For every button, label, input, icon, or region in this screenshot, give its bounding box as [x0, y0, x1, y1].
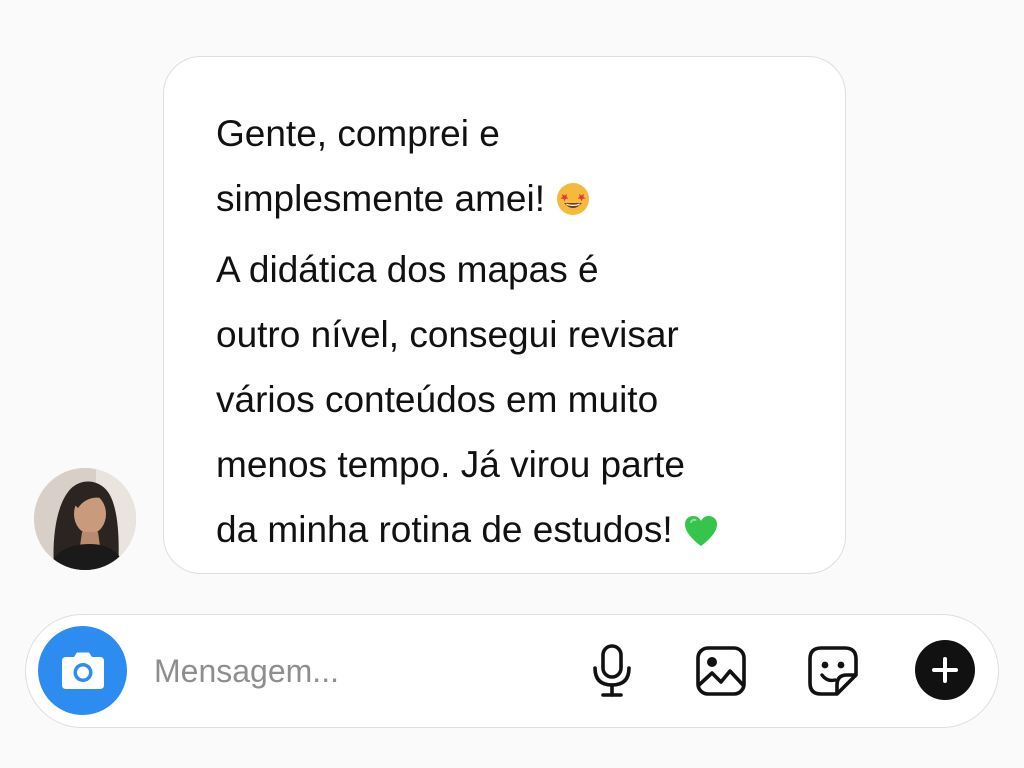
message-input[interactable] — [154, 645, 554, 697]
green-heart-emoji — [683, 503, 719, 568]
star-struck-emoji — [555, 172, 591, 237]
message-bubble[interactable]: Gente, comprei e simplesmente amei! A di… — [163, 56, 846, 574]
plus-icon — [932, 657, 958, 683]
gallery-button[interactable] — [691, 641, 751, 701]
sender-avatar[interactable] — [34, 468, 136, 570]
message-line-with-emoji: simplesmente amei! — [216, 166, 719, 237]
message-line-with-emoji: da minha rotina de estudos! — [216, 497, 719, 568]
message-line: Gente, comprei e — [216, 113, 500, 154]
microphone-icon — [593, 644, 631, 697]
message-line: menos tempo. Já virou parte — [216, 444, 685, 485]
sticker-button[interactable] — [803, 641, 863, 701]
message-line: da minha rotina de estudos! — [216, 509, 673, 550]
message-text: Gente, comprei e simplesmente amei! A di… — [216, 101, 719, 568]
gallery-icon — [696, 646, 746, 696]
message-line: vários conteúdos em muito — [216, 379, 659, 420]
message-line: A didática dos mapas é — [216, 249, 599, 290]
message-composer — [25, 614, 999, 728]
camera-button[interactable] — [38, 626, 127, 715]
avatar-photo — [34, 468, 136, 570]
plus-button[interactable] — [915, 640, 975, 700]
microphone-button[interactable] — [582, 641, 642, 701]
chat-screen: Gente, comprei e simplesmente amei! A di… — [0, 0, 1024, 768]
message-line: outro nível, consegui revisar — [216, 314, 679, 355]
camera-icon — [61, 652, 104, 689]
sticker-icon — [808, 646, 858, 696]
message-line: simplesmente amei! — [216, 178, 546, 219]
